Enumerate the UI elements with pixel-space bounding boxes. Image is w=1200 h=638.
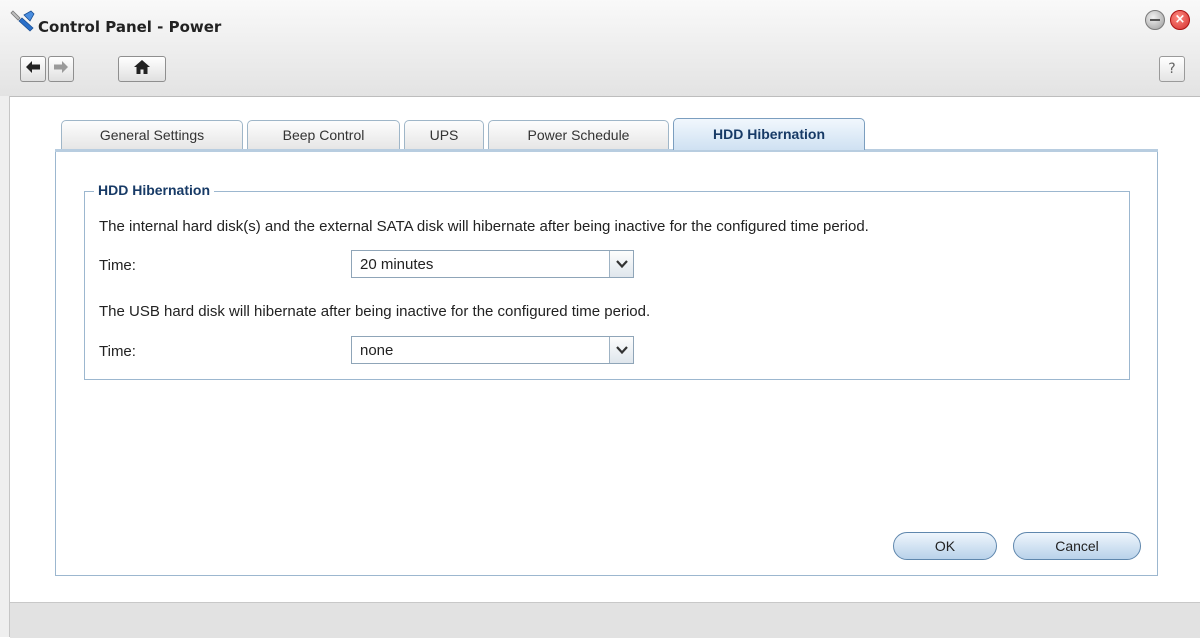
usb-disk-description: The USB hard disk will hibernate after b… (99, 303, 651, 320)
internal-disk-description: The internal hard disk(s) and the extern… (99, 218, 869, 235)
usb-time-label: Time: (99, 343, 136, 360)
internal-time-value: 20 minutes (360, 256, 434, 273)
back-button[interactable] (20, 56, 46, 82)
usb-time-select[interactable]: none (351, 336, 634, 364)
control-panel-tools-icon (10, 9, 36, 33)
control-panel-window: Control Panel - Power × ? General Settin… (0, 0, 1200, 638)
home-button[interactable] (118, 56, 166, 82)
usb-time-value: none (360, 342, 394, 359)
window-title: Control Panel - Power (38, 18, 222, 36)
tab-hdd-hibernation[interactable]: HDD Hibernation (673, 118, 865, 150)
tab-ups[interactable]: UPS (404, 120, 484, 149)
title-bar: Control Panel - Power × ? (0, 0, 1200, 97)
internal-time-label: Time: (99, 257, 136, 274)
tab-power-schedule[interactable]: Power Schedule (488, 120, 669, 149)
arrow-left-icon (25, 60, 41, 79)
ok-button[interactable]: OK (893, 532, 997, 560)
tab-strip-divider (55, 149, 1158, 152)
forward-button[interactable] (48, 56, 74, 82)
home-icon (133, 59, 151, 80)
tab-beep-control[interactable]: Beep Control (247, 120, 400, 149)
help-button[interactable]: ? (1159, 56, 1185, 82)
status-bar (10, 602, 1200, 638)
close-icon: × (1174, 12, 1186, 27)
chevron-down-icon[interactable] (609, 337, 633, 363)
cancel-button[interactable]: Cancel (1013, 532, 1141, 560)
chevron-down-icon[interactable] (609, 251, 633, 277)
arrow-right-icon (53, 60, 69, 79)
tab-general-settings[interactable]: General Settings (61, 120, 243, 149)
close-button[interactable]: × (1170, 10, 1190, 30)
window-left-edge (0, 96, 10, 637)
minimize-button[interactable] (1145, 10, 1165, 30)
internal-time-select[interactable]: 20 minutes (351, 250, 634, 278)
group-title: HDD Hibernation (94, 182, 214, 198)
